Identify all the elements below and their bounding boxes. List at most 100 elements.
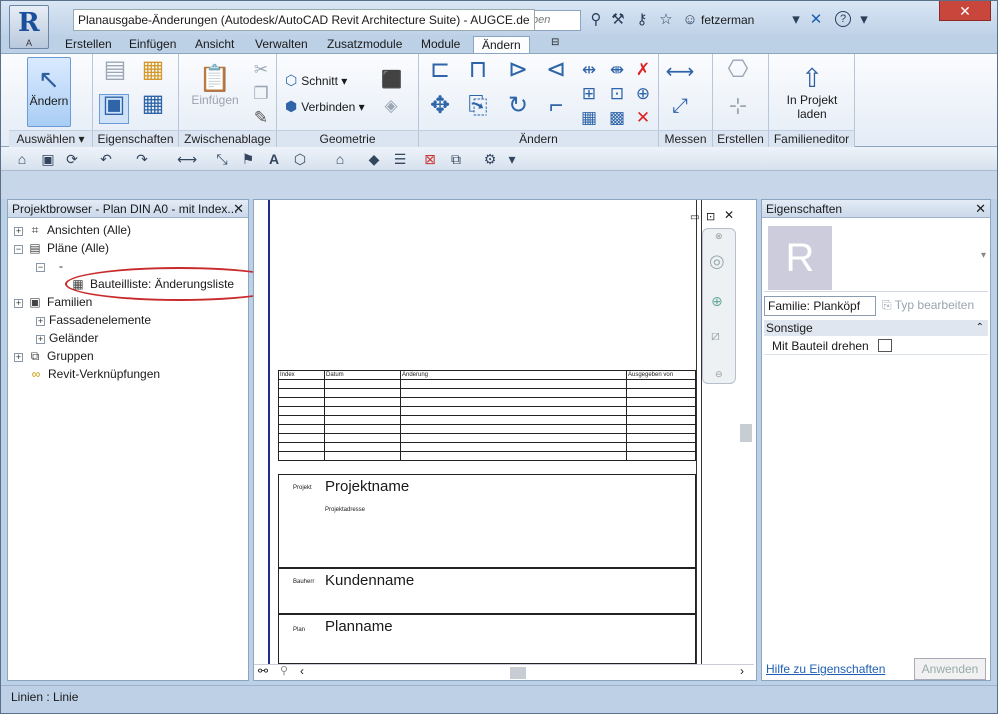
sync-icon[interactable]: ⟳ bbox=[63, 150, 81, 168]
mirror-axis-icon[interactable]: ⊳ bbox=[503, 58, 533, 90]
user-name[interactable]: fetzerman bbox=[701, 13, 754, 27]
pan-icon[interactable]: ⧄ bbox=[711, 327, 720, 344]
edit-type-button[interactable]: ⎘ Typ bearbeiten bbox=[882, 298, 974, 313]
view-maximize-icon[interactable]: ⊡ bbox=[706, 210, 715, 223]
solid-icon[interactable]: ◈ bbox=[381, 96, 401, 116]
align-icon[interactable]: ⊏ bbox=[425, 58, 455, 90]
tree-item-views[interactable]: + ⌗ Ansichten (Alle) bbox=[14, 221, 131, 239]
close-icon[interactable]: ✕ bbox=[233, 200, 244, 217]
move-icon[interactable]: ✥ bbox=[425, 94, 455, 126]
tree-item-groups[interactable]: + ⧉ Gruppen bbox=[14, 347, 94, 365]
group-icon[interactable]: ▦ bbox=[579, 108, 599, 128]
section-icon[interactable]: ⌂ bbox=[331, 150, 349, 168]
create-similar-icon[interactable]: ⎔ bbox=[723, 58, 753, 90]
redo-icon[interactable]: ↷ bbox=[133, 150, 151, 168]
close-window-button[interactable]: ✕ bbox=[939, 1, 991, 21]
wrench-icon[interactable]: ⚒ bbox=[609, 11, 627, 29]
worksharing-icon[interactable]: ⚯ bbox=[258, 664, 268, 678]
horizontal-scrollbar-thumb[interactable] bbox=[510, 667, 526, 679]
dimension-icon[interactable]: ⤢ bbox=[663, 96, 697, 120]
customize-qat-icon[interactable]: ▾ bbox=[503, 150, 521, 168]
load-into-project-button[interactable]: ⇧ In Projekt laden bbox=[779, 57, 845, 127]
cube-icon[interactable]: ⬛ bbox=[381, 70, 402, 90]
3d-view-icon[interactable]: ⬡ bbox=[291, 150, 309, 168]
collapse-icon[interactable]: ⌃ bbox=[976, 320, 984, 336]
scroll-left-icon[interactable]: ‹ bbox=[300, 664, 304, 678]
tab-verwalten[interactable]: Verwalten bbox=[247, 36, 316, 53]
split-icon[interactable]: ⇹ bbox=[579, 60, 599, 80]
scissors-icon[interactable]: ✂ bbox=[251, 60, 271, 80]
zoom-icon[interactable]: ⊕ bbox=[711, 293, 723, 310]
create-parts-icon[interactable]: ▩ bbox=[607, 108, 627, 128]
tab-ansicht[interactable]: Ansicht bbox=[187, 36, 242, 53]
family-types-icon[interactable]: ▦ bbox=[139, 58, 167, 88]
tree-toggle[interactable]: − bbox=[36, 263, 45, 272]
property-group-header[interactable]: Sonstige ⌃ bbox=[764, 320, 988, 336]
modify-button[interactable]: ↖ Ändern bbox=[27, 57, 71, 127]
navbar-options-icon[interactable]: ⊖ bbox=[715, 369, 723, 380]
cut-geometry-button[interactable]: ⬡ Schnitt ▾ bbox=[285, 72, 347, 89]
star-icon[interactable]: ☆ bbox=[657, 11, 675, 29]
tree-toggle[interactable]: + bbox=[14, 299, 23, 308]
properties-help-link[interactable]: Hilfe zu Eigenschaften bbox=[766, 662, 885, 676]
trim-icon[interactable]: ⌐ bbox=[541, 94, 571, 126]
tab-aendern[interactable]: Ändern bbox=[473, 36, 530, 53]
rotate-icon[interactable]: ↻ bbox=[503, 94, 533, 126]
application-menu-button[interactable]: R A bbox=[9, 5, 49, 49]
mirror-draw-icon[interactable]: ⊲ bbox=[541, 58, 571, 90]
exchange-icon[interactable]: ✕ bbox=[807, 11, 825, 29]
delete-icon[interactable]: ✕ bbox=[633, 108, 653, 128]
steering-wheel-icon[interactable]: ◎ bbox=[709, 251, 725, 272]
vertical-scrollbar-thumb[interactable] bbox=[740, 424, 752, 442]
save-icon[interactable]: ▣ bbox=[39, 150, 57, 168]
close-icon[interactable]: ⊗ bbox=[715, 231, 723, 242]
detail-line-icon[interactable]: ◆ bbox=[365, 150, 383, 168]
tree-item-curtain-panels[interactable]: + Fassadenelemente bbox=[36, 311, 151, 329]
join-geometry-button[interactable]: ⬢ Verbinden ▾ bbox=[285, 98, 365, 115]
tree-item-families[interactable]: + ▣ Familien bbox=[14, 293, 92, 311]
tree-item-revit-links[interactable]: ∞ Revit-Verknüpfungen bbox=[28, 365, 160, 383]
pin-status-icon[interactable]: ⚲ bbox=[280, 664, 288, 677]
pin-icon[interactable]: ⊕ bbox=[633, 84, 653, 104]
tree-item-schedule[interactable]: ▦ Bauteilliste: Änderungsliste bbox=[70, 275, 234, 293]
tab-erstellen[interactable]: Erstellen bbox=[57, 36, 120, 53]
apply-button[interactable]: Anwenden bbox=[914, 658, 986, 680]
offset-icon[interactable]: ⊓ bbox=[463, 58, 493, 90]
chevron-down-icon[interactable]: ▾ bbox=[855, 11, 873, 29]
close-icon[interactable]: ✕ bbox=[975, 200, 986, 217]
tree-toggle[interactable]: + bbox=[36, 317, 45, 326]
settings-icon[interactable]: ⚙ bbox=[481, 150, 499, 168]
tag-icon[interactable]: ⚑ bbox=[239, 150, 257, 168]
family-select[interactable]: Familie: Planköpf bbox=[764, 296, 876, 316]
copy-element-icon[interactable]: ⎘ bbox=[463, 94, 493, 126]
tab-einfuegen[interactable]: Einfügen bbox=[121, 36, 184, 53]
type-preview[interactable]: R ▾ bbox=[764, 222, 988, 292]
horizontal-scrollbar[interactable] bbox=[254, 664, 754, 680]
tab-module[interactable]: Module bbox=[413, 36, 468, 53]
rotate-with-component-checkbox[interactable] bbox=[878, 339, 892, 352]
view-restore-icon[interactable]: ▭ bbox=[690, 212, 699, 223]
match-properties-icon[interactable]: ✎ bbox=[251, 108, 271, 128]
tree-toggle[interactable]: + bbox=[36, 335, 45, 344]
family-category-icon[interactable]: ▦ bbox=[139, 92, 167, 122]
measure-icon[interactable]: ⟷ bbox=[663, 62, 697, 86]
array-icon[interactable]: ⊞ bbox=[579, 84, 599, 104]
tree-toggle[interactable]: + bbox=[14, 353, 23, 362]
scroll-right-icon[interactable]: › bbox=[740, 664, 744, 678]
create-group-icon[interactable]: ⊹ bbox=[723, 95, 753, 126]
binoculars-icon[interactable]: ⚲ bbox=[587, 11, 605, 29]
properties-icon[interactable]: ▣ bbox=[99, 93, 129, 124]
switch-windows-icon[interactable]: ⧉ bbox=[447, 150, 465, 168]
tree-item-railings[interactable]: + Geländer bbox=[36, 329, 98, 347]
text-icon[interactable]: A bbox=[265, 150, 283, 168]
tree-toggle[interactable]: − bbox=[14, 245, 23, 254]
chevron-down-icon[interactable]: ▾ bbox=[981, 250, 986, 261]
revision-schedule[interactable]: Index Datum Änderung Ausgegeben von bbox=[278, 370, 696, 461]
unpin-icon[interactable]: ✗ bbox=[633, 60, 653, 80]
undo-icon[interactable]: ↶ bbox=[97, 150, 115, 168]
copy-icon[interactable]: ❐ bbox=[251, 84, 271, 104]
ribbon-minimize-icon[interactable]: ⊟ bbox=[543, 36, 567, 53]
close-hidden-icon[interactable]: ⊠ bbox=[421, 150, 439, 168]
tree-toggle[interactable]: + bbox=[14, 227, 23, 236]
key-icon[interactable]: ⚷ bbox=[633, 11, 651, 29]
